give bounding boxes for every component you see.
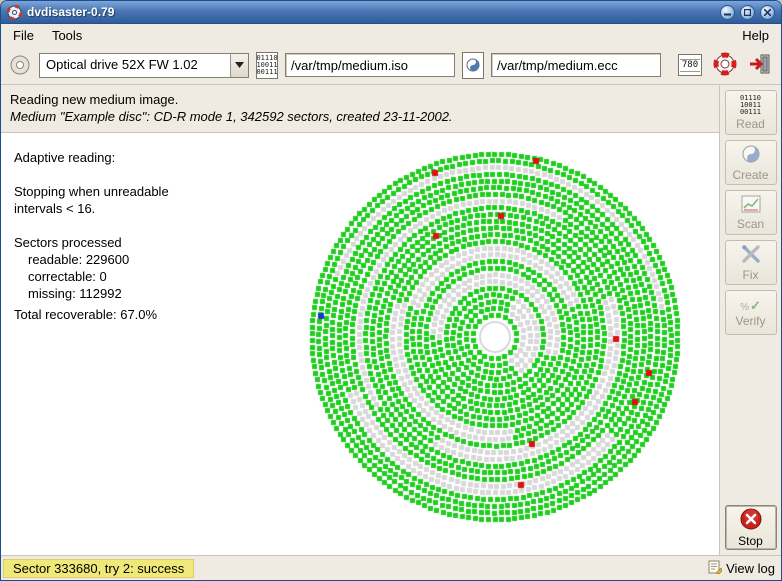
exit-door-icon xyxy=(748,52,772,79)
help-button[interactable] xyxy=(711,50,739,81)
lifebuoy-icon xyxy=(713,52,737,79)
correctable-count: correctable: 0 xyxy=(14,268,169,285)
log-icon xyxy=(708,560,722,577)
close-button[interactable] xyxy=(760,5,775,20)
stop-button[interactable]: Stop xyxy=(725,505,777,550)
chevron-down-icon[interactable] xyxy=(230,54,248,77)
maximize-button[interactable] xyxy=(740,5,755,20)
preferences-icon: 780 xyxy=(678,54,702,76)
status-message: Sector 333680, try 2: success xyxy=(3,559,194,578)
action-sidebar: 01110 10011 00111 Read Create xyxy=(719,85,781,555)
drive-icon xyxy=(8,53,32,77)
toolbar: Optical drive 52X FW 1.02 01110 10011 00… xyxy=(1,46,781,85)
adaptive-reading-label: Adaptive reading: xyxy=(14,149,169,166)
status-header-line1: Reading new medium image. xyxy=(10,91,710,108)
reading-info: Adaptive reading: Stopping when unreadab… xyxy=(14,149,169,323)
iso-path-input[interactable] xyxy=(285,53,455,77)
iso-file-icon: 01110 10011 00111 xyxy=(256,52,278,79)
app-window: dvdisaster-0.79 File Tools Help Optical … xyxy=(0,0,782,581)
sectors-processed-label: Sectors processed xyxy=(14,234,169,251)
verify-icon: %✓ xyxy=(740,298,761,313)
stopping-line2: intervals < 16. xyxy=(14,200,169,217)
ecc-path-input[interactable] xyxy=(491,53,661,77)
app-icon xyxy=(7,5,22,20)
menu-help[interactable]: Help xyxy=(733,26,778,45)
menubar: File Tools Help xyxy=(1,24,781,46)
ecc-file-icon xyxy=(462,52,484,79)
create-button[interactable]: Create xyxy=(725,140,777,185)
titlebar[interactable]: dvdisaster-0.79 xyxy=(1,1,781,24)
menu-file[interactable]: File xyxy=(4,26,43,45)
left-column: Reading new medium image. Medium "Exampl… xyxy=(1,85,719,555)
body: Reading new medium image. Medium "Exampl… xyxy=(1,85,781,555)
menu-tools[interactable]: Tools xyxy=(43,26,91,45)
medium-info-line: Medium "Example disc": CD-R mode 1, 3425… xyxy=(10,108,710,125)
minimize-button[interactable] xyxy=(720,5,735,20)
statusbar: Sector 333680, try 2: success View log xyxy=(1,555,781,580)
drive-select-value: Optical drive 52X FW 1.02 xyxy=(40,54,230,77)
read-binary-icon: 01110 10011 00111 xyxy=(740,95,761,116)
window-title: dvdisaster-0.79 xyxy=(27,5,715,19)
total-recoverable: Total recoverable: 67.0% xyxy=(14,306,169,323)
view-log-button[interactable]: View log xyxy=(708,560,775,577)
create-icon xyxy=(741,144,761,167)
read-button[interactable]: 01110 10011 00111 Read xyxy=(725,90,777,135)
scan-button[interactable]: Scan xyxy=(725,190,777,235)
quit-button[interactable] xyxy=(746,50,774,81)
stop-icon xyxy=(740,508,762,533)
scan-icon xyxy=(741,195,761,216)
stopping-line1: Stopping when unreadable xyxy=(14,183,169,200)
preferences-button[interactable]: 780 xyxy=(676,52,704,78)
readable-count: readable: 229600 xyxy=(14,251,169,268)
fix-tools-icon xyxy=(741,244,761,267)
verify-button[interactable]: %✓ Verify xyxy=(725,290,777,335)
reading-panel: Adaptive reading: Stopping when unreadab… xyxy=(1,133,719,555)
fix-button[interactable]: Fix xyxy=(725,240,777,285)
status-header: Reading new medium image. Medium "Exampl… xyxy=(1,85,719,133)
missing-count: missing: 112992 xyxy=(14,285,169,302)
drive-select[interactable]: Optical drive 52X FW 1.02 xyxy=(39,53,249,78)
